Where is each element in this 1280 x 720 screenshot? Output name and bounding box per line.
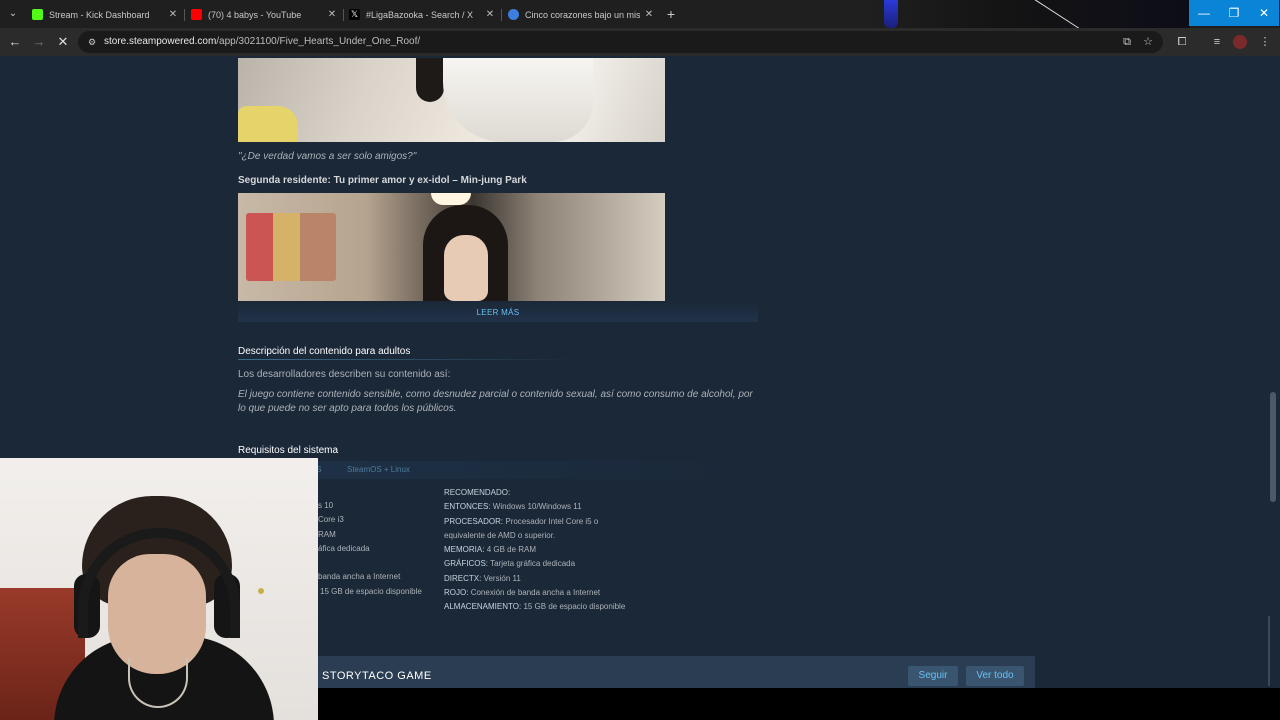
req-row: DIRECTX: Versión 11 bbox=[444, 572, 625, 586]
screenshot-image-1 bbox=[238, 58, 665, 142]
section-divider bbox=[238, 359, 578, 360]
bookmark-star-icon[interactable]: ☆ bbox=[1141, 35, 1155, 49]
menu-icon[interactable]: ⋮ bbox=[1256, 33, 1274, 51]
image-detail bbox=[416, 58, 444, 102]
developer-name[interactable]: STORYTACO GAME bbox=[322, 670, 432, 682]
req-value: Procesador Intel Core i5 o bbox=[505, 516, 599, 526]
tab-title: (70) 4 babys - YouTube bbox=[208, 10, 302, 20]
adult-content-intro: Los desarrolladores describen su conteni… bbox=[238, 369, 451, 380]
req-line bbox=[318, 556, 422, 570]
system-requirements-heading: Requisitos del sistema bbox=[238, 445, 339, 456]
translate-icon[interactable]: ⧉ bbox=[1120, 35, 1134, 49]
url-path: /app/3021100/Five_Hearts_Under_One_Roof/ bbox=[216, 36, 421, 47]
tab-youtube[interactable]: (70) 4 babys - YouTube ✕ bbox=[185, 4, 343, 26]
recommended-requirements: RECOMENDADO: ENTONCES: Windows 10/Window… bbox=[444, 486, 625, 615]
req-row: ALMACENAMIENTO: 15 GB de espacio disponi… bbox=[444, 600, 625, 614]
follow-button[interactable]: Seguir bbox=[908, 666, 958, 686]
close-icon[interactable]: ✕ bbox=[642, 4, 656, 26]
req-line: 15 GB de espacio disponible bbox=[320, 586, 422, 596]
minimize-icon[interactable]: — bbox=[1189, 0, 1219, 26]
tab-x-search[interactable]: 𝕏 #LigaBazooka - Search / X ✕ bbox=[343, 4, 501, 26]
extensions-icon[interactable]: ⧠ bbox=[1173, 33, 1191, 51]
tab-title: Stream - Kick Dashboard bbox=[49, 10, 150, 20]
tab-kick-dashboard[interactable]: Stream - Kick Dashboard ✕ bbox=[26, 4, 184, 26]
tab-title: Cinco corazones bajo un mism bbox=[525, 10, 640, 20]
desktop-wallpaper bbox=[870, 0, 1190, 36]
read-more-bar: LEER MÁS bbox=[238, 302, 758, 322]
webcam-overlay bbox=[0, 458, 318, 720]
browser-tab-strip: ⌄ Stream - Kick Dashboard ✕ (70) 4 babys… bbox=[0, 0, 1280, 36]
wallpaper-shape bbox=[884, 0, 898, 28]
kick-icon bbox=[32, 9, 43, 20]
screenshot-image-2 bbox=[238, 193, 665, 301]
close-icon[interactable]: ✕ bbox=[325, 4, 339, 26]
tab-title: #LigaBazooka - Search / X bbox=[366, 10, 474, 20]
req-label: ENTONCES: bbox=[444, 502, 491, 512]
back-arrow-icon[interactable]: ← bbox=[6, 33, 24, 51]
image-detail bbox=[443, 58, 593, 142]
close-icon[interactable]: ✕ bbox=[483, 4, 497, 26]
req-row: PROCESADOR: Procesador Intel Core i5 o bbox=[444, 515, 625, 529]
scroll-track bbox=[1268, 616, 1270, 686]
second-resident-heading: Segunda residente: Tu primer amor y ex-i… bbox=[238, 175, 527, 186]
close-window-icon[interactable]: ✕ bbox=[1249, 0, 1279, 26]
req-value: Tarjeta gráfica dedicada bbox=[490, 559, 576, 569]
req-label: PROCESADOR: bbox=[444, 516, 504, 526]
minimum-requirements: s 10 Core i3 RAM áfica dedicada banda an… bbox=[318, 499, 422, 599]
image-detail bbox=[431, 193, 471, 205]
req-label: GRÁFICOS: bbox=[444, 559, 489, 569]
new-tab-icon[interactable]: + bbox=[662, 5, 680, 23]
image-detail bbox=[238, 106, 298, 142]
req-row: equivalente de AMD o superior. bbox=[444, 529, 625, 543]
req-label: ROJO: bbox=[444, 588, 469, 598]
recommended-title: RECOMENDADO: bbox=[444, 488, 511, 497]
req-line: áfica dedicada bbox=[318, 543, 370, 553]
tab-steam-game[interactable]: Cinco corazones bajo un mism ✕ bbox=[502, 4, 660, 26]
media-controls-icon[interactable]: ≡ bbox=[1208, 33, 1226, 51]
character-quote: "¿De verdad vamos a ser solo amigos?" bbox=[238, 151, 417, 162]
close-icon[interactable]: ✕ bbox=[166, 4, 180, 26]
site-info-icon[interactable]: ⚙ bbox=[86, 36, 98, 48]
forward-arrow-icon[interactable]: → bbox=[30, 33, 48, 51]
page-scrollbar-thumb[interactable] bbox=[1270, 392, 1276, 502]
req-line: Core i3 bbox=[318, 515, 344, 525]
req-row: ENTONCES: Windows 10/Windows 11 bbox=[444, 500, 625, 514]
req-value: Conexión de banda ancha a Internet bbox=[470, 588, 601, 598]
req-row: MEMORIA: 4 GB de RAM bbox=[444, 543, 625, 557]
req-value: 15 GB de espacio disponible bbox=[523, 602, 626, 612]
view-all-button[interactable]: Ver todo bbox=[966, 666, 1024, 686]
url-host: store.steampowered.com bbox=[104, 36, 217, 47]
wall-decoration bbox=[258, 588, 264, 594]
req-label: MEMORIA: bbox=[444, 545, 485, 555]
url-text: store.steampowered.com/app/3021100/Five_… bbox=[104, 31, 420, 53]
req-value: equivalente de AMD o superior. bbox=[444, 530, 556, 540]
browser-toolbar: ← → ✕ ⚙ store.steampowered.com/app/30211… bbox=[0, 28, 1280, 56]
req-row: ROJO: Conexión de banda ancha a Internet bbox=[444, 586, 625, 600]
image-detail bbox=[246, 213, 336, 281]
youtube-icon bbox=[191, 9, 202, 20]
req-line: banda ancha a Internet bbox=[318, 572, 401, 582]
req-value: 4 GB de RAM bbox=[486, 545, 537, 555]
req-value: Versión 11 bbox=[483, 573, 521, 583]
steam-icon bbox=[508, 9, 519, 20]
tab-steamos-linux[interactable]: SteamOS + Linux bbox=[347, 465, 410, 474]
req-line: s 10 bbox=[318, 501, 334, 510]
read-more-button[interactable]: LEER MÁS bbox=[238, 308, 758, 317]
tab-search-chevron-icon[interactable]: ⌄ bbox=[4, 5, 22, 23]
req-label: ALMACENAMIENTO: bbox=[444, 602, 522, 612]
x-logo-icon: 𝕏 bbox=[349, 9, 360, 20]
adult-content-heading: Descripción del contenido para adultos bbox=[238, 346, 411, 357]
req-label: DIRECTX: bbox=[444, 573, 482, 583]
address-bar[interactable]: ⚙ store.steampowered.com/app/3021100/Fiv… bbox=[78, 31, 1163, 53]
stop-loading-icon[interactable]: ✕ bbox=[54, 33, 72, 51]
adult-content-description: El juego contiene contenido sensible, co… bbox=[238, 389, 753, 414]
profile-avatar[interactable] bbox=[1233, 35, 1247, 49]
req-row: GRÁFICOS: Tarjeta gráfica dedicada bbox=[444, 557, 625, 571]
restore-icon[interactable]: ❐ bbox=[1219, 0, 1249, 26]
req-line: RAM bbox=[318, 529, 336, 539]
req-value: Windows 10/Windows 11 bbox=[492, 502, 582, 512]
image-detail bbox=[444, 235, 488, 301]
